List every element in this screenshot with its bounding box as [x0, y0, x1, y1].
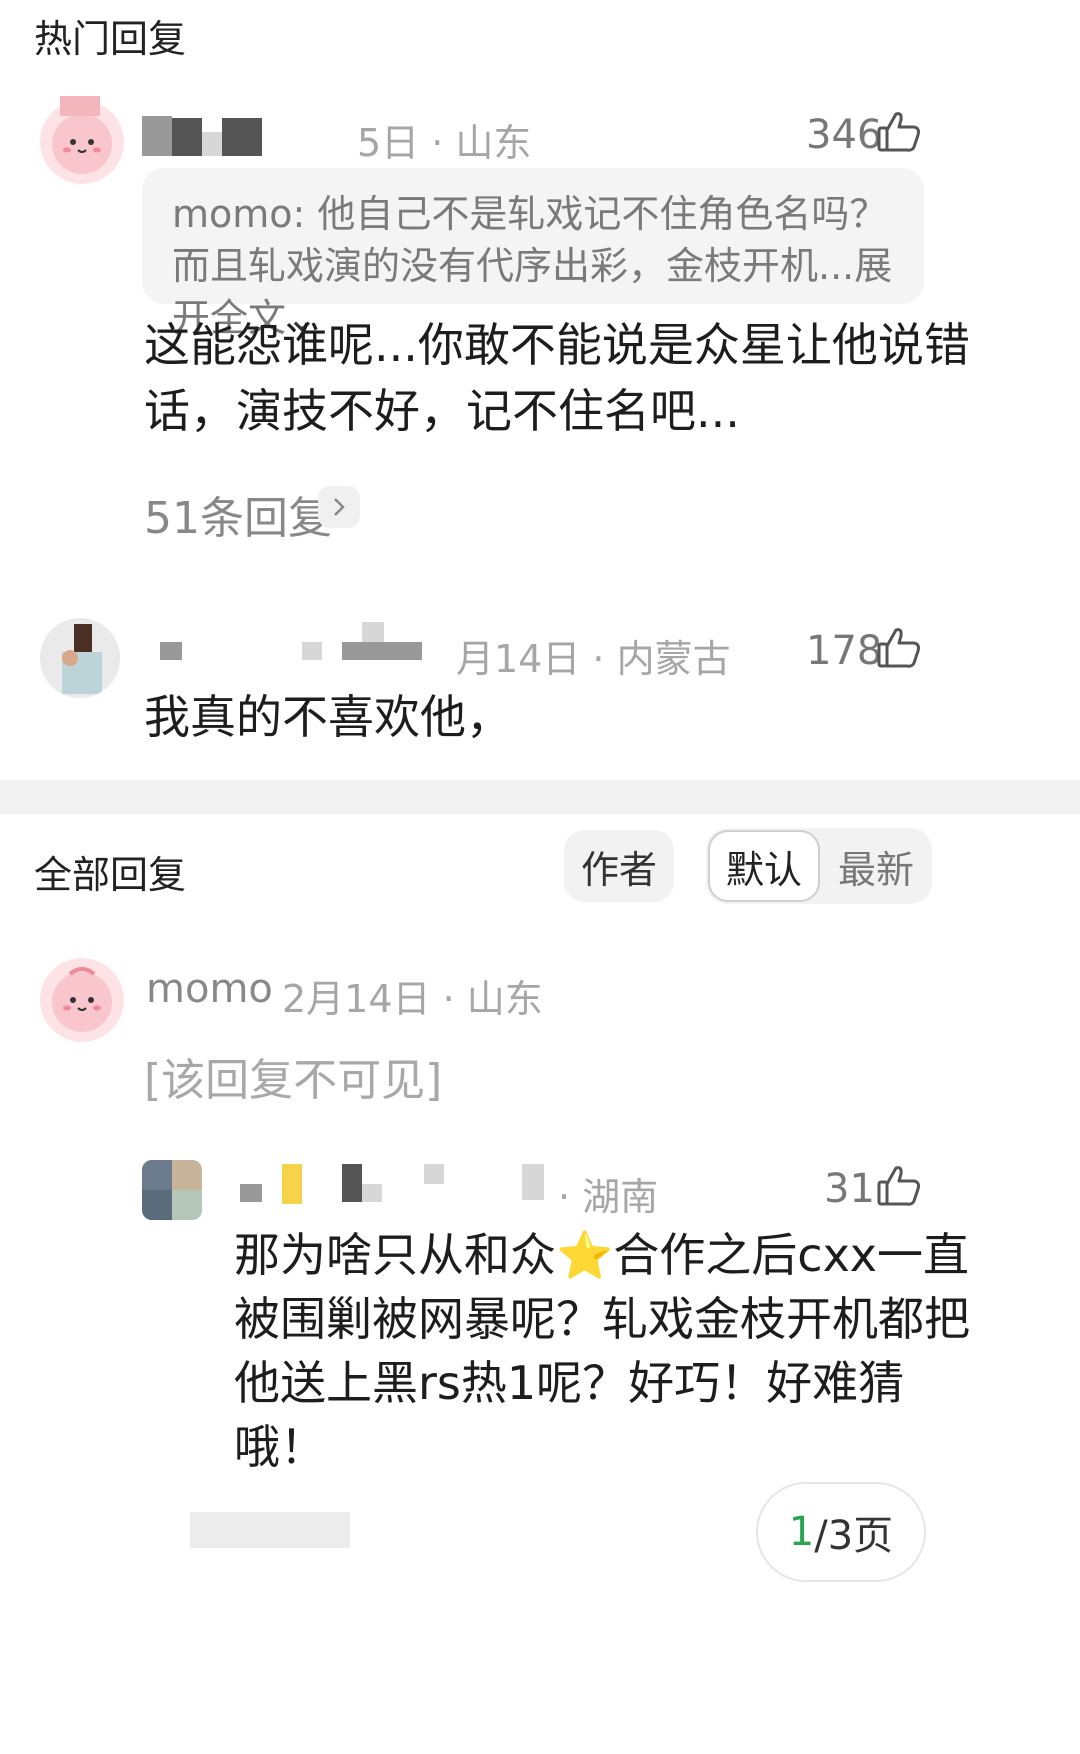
chevron-right-icon[interactable]	[318, 486, 360, 528]
username-redacted	[160, 642, 182, 660]
avatar[interactable]	[40, 618, 120, 698]
like-count: 346	[806, 112, 883, 158]
comment-text: 我真的不喜欢他，	[144, 690, 512, 744]
section-divider	[0, 780, 1080, 814]
comment-meta: 月14日 · 内蒙古	[456, 637, 731, 681]
comment-meta: 2月14日 · 山东	[282, 977, 543, 1021]
comment-meta: · 湖南	[558, 1175, 659, 1219]
thumbs-up-icon[interactable]	[876, 108, 922, 154]
thumbs-up-icon[interactable]	[876, 624, 922, 670]
reply-text-line1: 那为啥只从和众⭐合作之后cxx一直	[234, 1228, 970, 1282]
quoted-comment[interactable]: momo: 他自己不是轧戏记不住角色名吗？而且轧戏演的没有代序出彩，金枝开机..…	[142, 168, 924, 340]
all-replies-title: 全部回复	[34, 853, 187, 897]
hot-replies-title: 热门回复	[34, 17, 187, 61]
username-redacted	[142, 116, 172, 156]
like-count: 31	[824, 1166, 875, 1212]
comment-text-line1: 这能怨谁呢...你敢不能说是众星让他说错	[144, 318, 970, 372]
username[interactable]: momo	[146, 966, 273, 1012]
sort-default-button[interactable]: 默认	[708, 830, 820, 902]
filter-author-button[interactable]: 作者	[564, 830, 674, 902]
comment-meta: 5日 · 山东	[357, 121, 532, 165]
reply-text-line3: 他送上黑rs热1呢？好巧！好难猜	[234, 1356, 905, 1410]
avatar[interactable]	[142, 1160, 202, 1220]
sort-latest-button[interactable]: 最新	[822, 830, 930, 902]
username-redacted	[240, 1184, 262, 1202]
redacted-content	[190, 1512, 350, 1548]
page-total: /3页	[814, 1513, 894, 1559]
like-count: 178	[806, 628, 883, 674]
reply-text-line2: 被围剿被网暴呢？轧戏金枝开机都把	[234, 1292, 970, 1346]
reply-count-link[interactable]: 51条回复	[144, 482, 332, 546]
username-redacted-block	[60, 96, 100, 116]
reply-text-line4: 哦！	[234, 1420, 326, 1474]
pagination-indicator[interactable]: 1/3页	[756, 1482, 926, 1582]
hidden-reply-text: [该回复不可见]	[144, 1055, 443, 1106]
current-page: 1	[788, 1509, 815, 1555]
thumbs-up-icon[interactable]	[876, 1162, 922, 1208]
avatar[interactable]	[40, 958, 124, 1042]
comment-text-line2: 话，演技不好，记不住名吧...	[144, 384, 740, 438]
